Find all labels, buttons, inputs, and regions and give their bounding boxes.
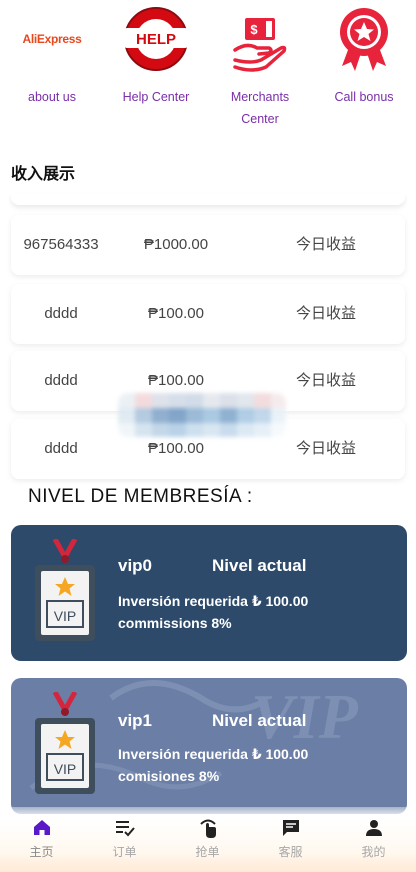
quick-link-help-center[interactable]: HELP Help Center (104, 0, 208, 135)
current-level-badge: Nivel actual (212, 556, 307, 575)
nav-profile[interactable]: 我的 (332, 807, 415, 872)
bottom-navigation: 主页 订单 抢单 客服 我的 (0, 807, 416, 872)
nav-label: 客服 (278, 845, 303, 859)
income-label: 今日收益 (295, 440, 356, 457)
income-account: 967564333 (23, 236, 99, 253)
vip-level-card[interactable]: VIP vip0 Nivel actual Inversión requerid… (11, 525, 407, 661)
vip-commission: commissions 8% (118, 615, 232, 631)
nav-home[interactable]: 主页 (0, 807, 83, 872)
help-lifebuoy-icon: HELP (121, 4, 191, 74)
nav-label: 主页 (29, 845, 54, 859)
nav-label: 订单 (112, 845, 137, 859)
home-icon (31, 817, 53, 839)
income-account: dddd (44, 305, 78, 322)
money-hand-icon: $ (225, 4, 295, 74)
vip-commission: comisiones 8% (118, 768, 220, 784)
income-label: 今日收益 (295, 305, 356, 322)
quick-link-label: about us (28, 90, 76, 104)
quick-link-merchants-center[interactable]: $ Merchants Center (208, 0, 312, 135)
income-row: dddd ₱100.00 今日收益 (11, 284, 405, 344)
nav-label: 抢单 (195, 845, 220, 859)
vip-requirement: Inversión requerida ₺ 100.00 (118, 746, 309, 762)
vip-requirement: Inversión requerida ₺ 100.00 (118, 593, 309, 609)
quick-link-label: Call bonus (334, 90, 394, 104)
income-list-top-edge (11, 193, 405, 205)
svg-text:VIP: VIP (54, 608, 77, 624)
aliexpress-logo-icon: AliExpress (22, 32, 82, 46)
award-medal-icon (329, 4, 399, 74)
nav-label: 我的 (361, 845, 386, 859)
customer-service-icon (280, 817, 302, 839)
income-section-title: 收入展示 (11, 166, 76, 183)
income-amount: ₱100.00 (148, 305, 204, 322)
svg-text:$: $ (250, 22, 258, 37)
svg-text:VIP: VIP (54, 761, 77, 777)
quick-link-about-us[interactable]: AliExpress about us (0, 0, 104, 135)
svg-text:HELP: HELP (136, 31, 176, 48)
profile-icon (363, 817, 385, 839)
quick-links-row: AliExpress about us HELP Help Center $ M… (0, 0, 416, 135)
income-account: dddd (44, 372, 78, 389)
vip-level-name: vip0 (118, 556, 153, 575)
income-row: 967564333 ₱1000.00 今日收益 (11, 215, 405, 275)
income-label: 今日收益 (295, 372, 356, 389)
quick-link-label: Help Center (122, 90, 190, 104)
vip-badge-icon: VIP (33, 537, 97, 643)
vip-level-name: vip1 (118, 711, 153, 730)
nav-orders[interactable]: 订单 (83, 807, 166, 872)
nav-grab-order[interactable]: 抢单 (166, 807, 249, 872)
current-level-badge: Nivel actual (212, 711, 307, 730)
membership-levels-title: NIVEL DE MEMBRESÍA : (28, 486, 253, 507)
grab-order-icon (197, 817, 219, 839)
redacted-blur-overlay (118, 393, 286, 437)
income-label: 今日收益 (295, 236, 356, 253)
income-amount: ₱1000.00 (143, 236, 209, 253)
vip-badge-icon: VIP (33, 690, 97, 796)
order-list-icon (114, 817, 136, 839)
nav-customer-service[interactable]: 客服 (249, 807, 332, 872)
quick-link-call-bonus[interactable]: Call bonus (312, 0, 416, 135)
income-account: dddd (44, 440, 78, 457)
vip-level-card[interactable]: VIP VIP vip1 Nivel actual Inversión requ… (11, 678, 407, 814)
quick-link-label: Merchants Center (230, 90, 290, 126)
